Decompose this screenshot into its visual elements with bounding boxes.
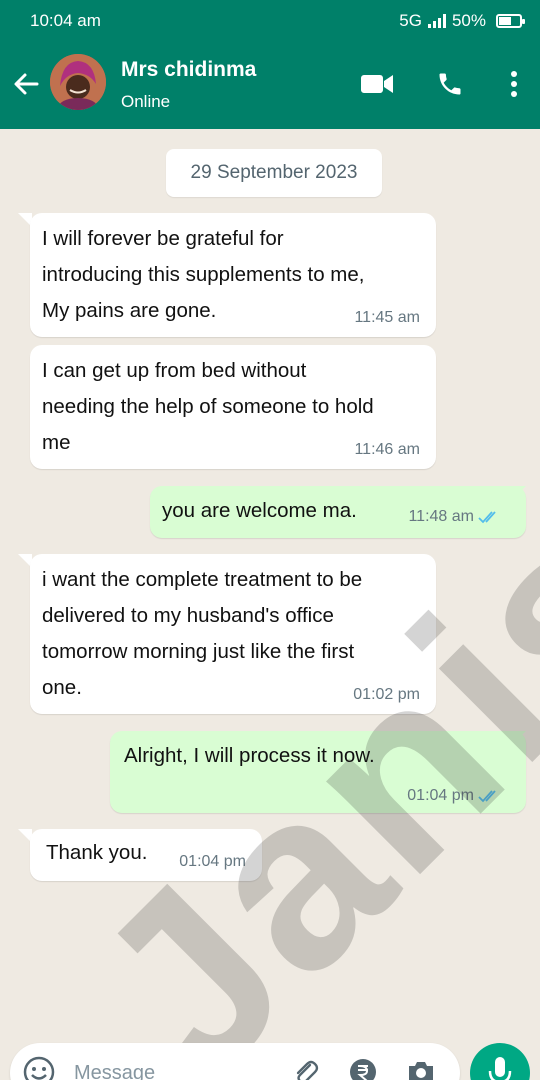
battery-percent: 50% [451, 11, 486, 30]
contact-name[interactable]: Mrs chidinma [121, 58, 256, 82]
message-meta: 01:04 pm [407, 787, 500, 805]
back-arrow-icon[interactable] [10, 68, 42, 100]
message-text: you are welcome ma. [162, 499, 357, 522]
microphone-icon [488, 1057, 512, 1080]
phone-icon [439, 73, 461, 95]
more-options-button[interactable] [496, 66, 532, 102]
voice-message-button[interactable] [470, 1043, 530, 1080]
date-separator: 29 September 2023 [166, 149, 382, 197]
double-check-read-icon [478, 511, 496, 524]
message-meta: 11:48 am [408, 508, 500, 526]
message-text: I can get up from bed without needing th… [42, 359, 374, 454]
video-call-button[interactable] [359, 66, 395, 102]
message-time: 11:46 am [354, 441, 420, 458]
message-bubble-incoming[interactable]: I can get up from bed without needing th… [30, 345, 436, 469]
message-bubble-outgoing[interactable]: Alright, I will process it now. 01:04 pm [110, 731, 526, 813]
contact-status: Online [121, 92, 171, 111]
status-time: 10:04 am [30, 11, 101, 30]
chat-area[interactable]: 29 September 2023 I will forever be grat… [0, 129, 540, 1080]
more-vertical-icon [511, 71, 517, 97]
network-label: 5G [399, 11, 422, 30]
message-bubble-incoming[interactable]: i want the complete treatment to be deli… [30, 554, 436, 714]
status-bar: 10:04 am 5G 50% [0, 0, 540, 40]
message-time: 11:48 am [408, 508, 474, 525]
message-text: Thank you. [46, 841, 148, 864]
message-time: 11:45 am [354, 309, 420, 326]
emoji-icon[interactable] [22, 1055, 56, 1080]
signal-icon [427, 14, 446, 28]
message-composer [10, 1043, 460, 1080]
attach-paperclip-icon[interactable] [290, 1057, 320, 1080]
payment-rupee-icon[interactable] [348, 1057, 378, 1080]
message-time: 01:02 pm [353, 686, 420, 703]
message-text: Alright, I will process it now. [124, 744, 375, 767]
double-check-read-icon [478, 790, 496, 803]
message-bubble-outgoing[interactable]: you are welcome ma. 11:48 am [150, 486, 526, 538]
video-camera-icon [361, 75, 393, 93]
battery-icon [496, 14, 525, 28]
message-text: i want the complete treatment to be deli… [42, 568, 363, 699]
chat-header: Mrs chidinma Online [0, 40, 540, 129]
message-text: I will forever be grateful for introduci… [42, 227, 365, 322]
camera-icon[interactable] [406, 1057, 436, 1080]
message-time: 01:04 pm [179, 853, 246, 870]
message-input[interactable] [74, 1053, 274, 1080]
contact-avatar[interactable] [50, 54, 106, 110]
status-indicators: 5G 50% [399, 11, 525, 31]
message-bubble-incoming[interactable]: I will forever be grateful for introduci… [30, 213, 436, 337]
message-time: 01:04 pm [407, 787, 474, 804]
voice-call-button[interactable] [432, 66, 468, 102]
message-bubble-incoming[interactable]: Thank you. 01:04 pm [30, 829, 262, 881]
